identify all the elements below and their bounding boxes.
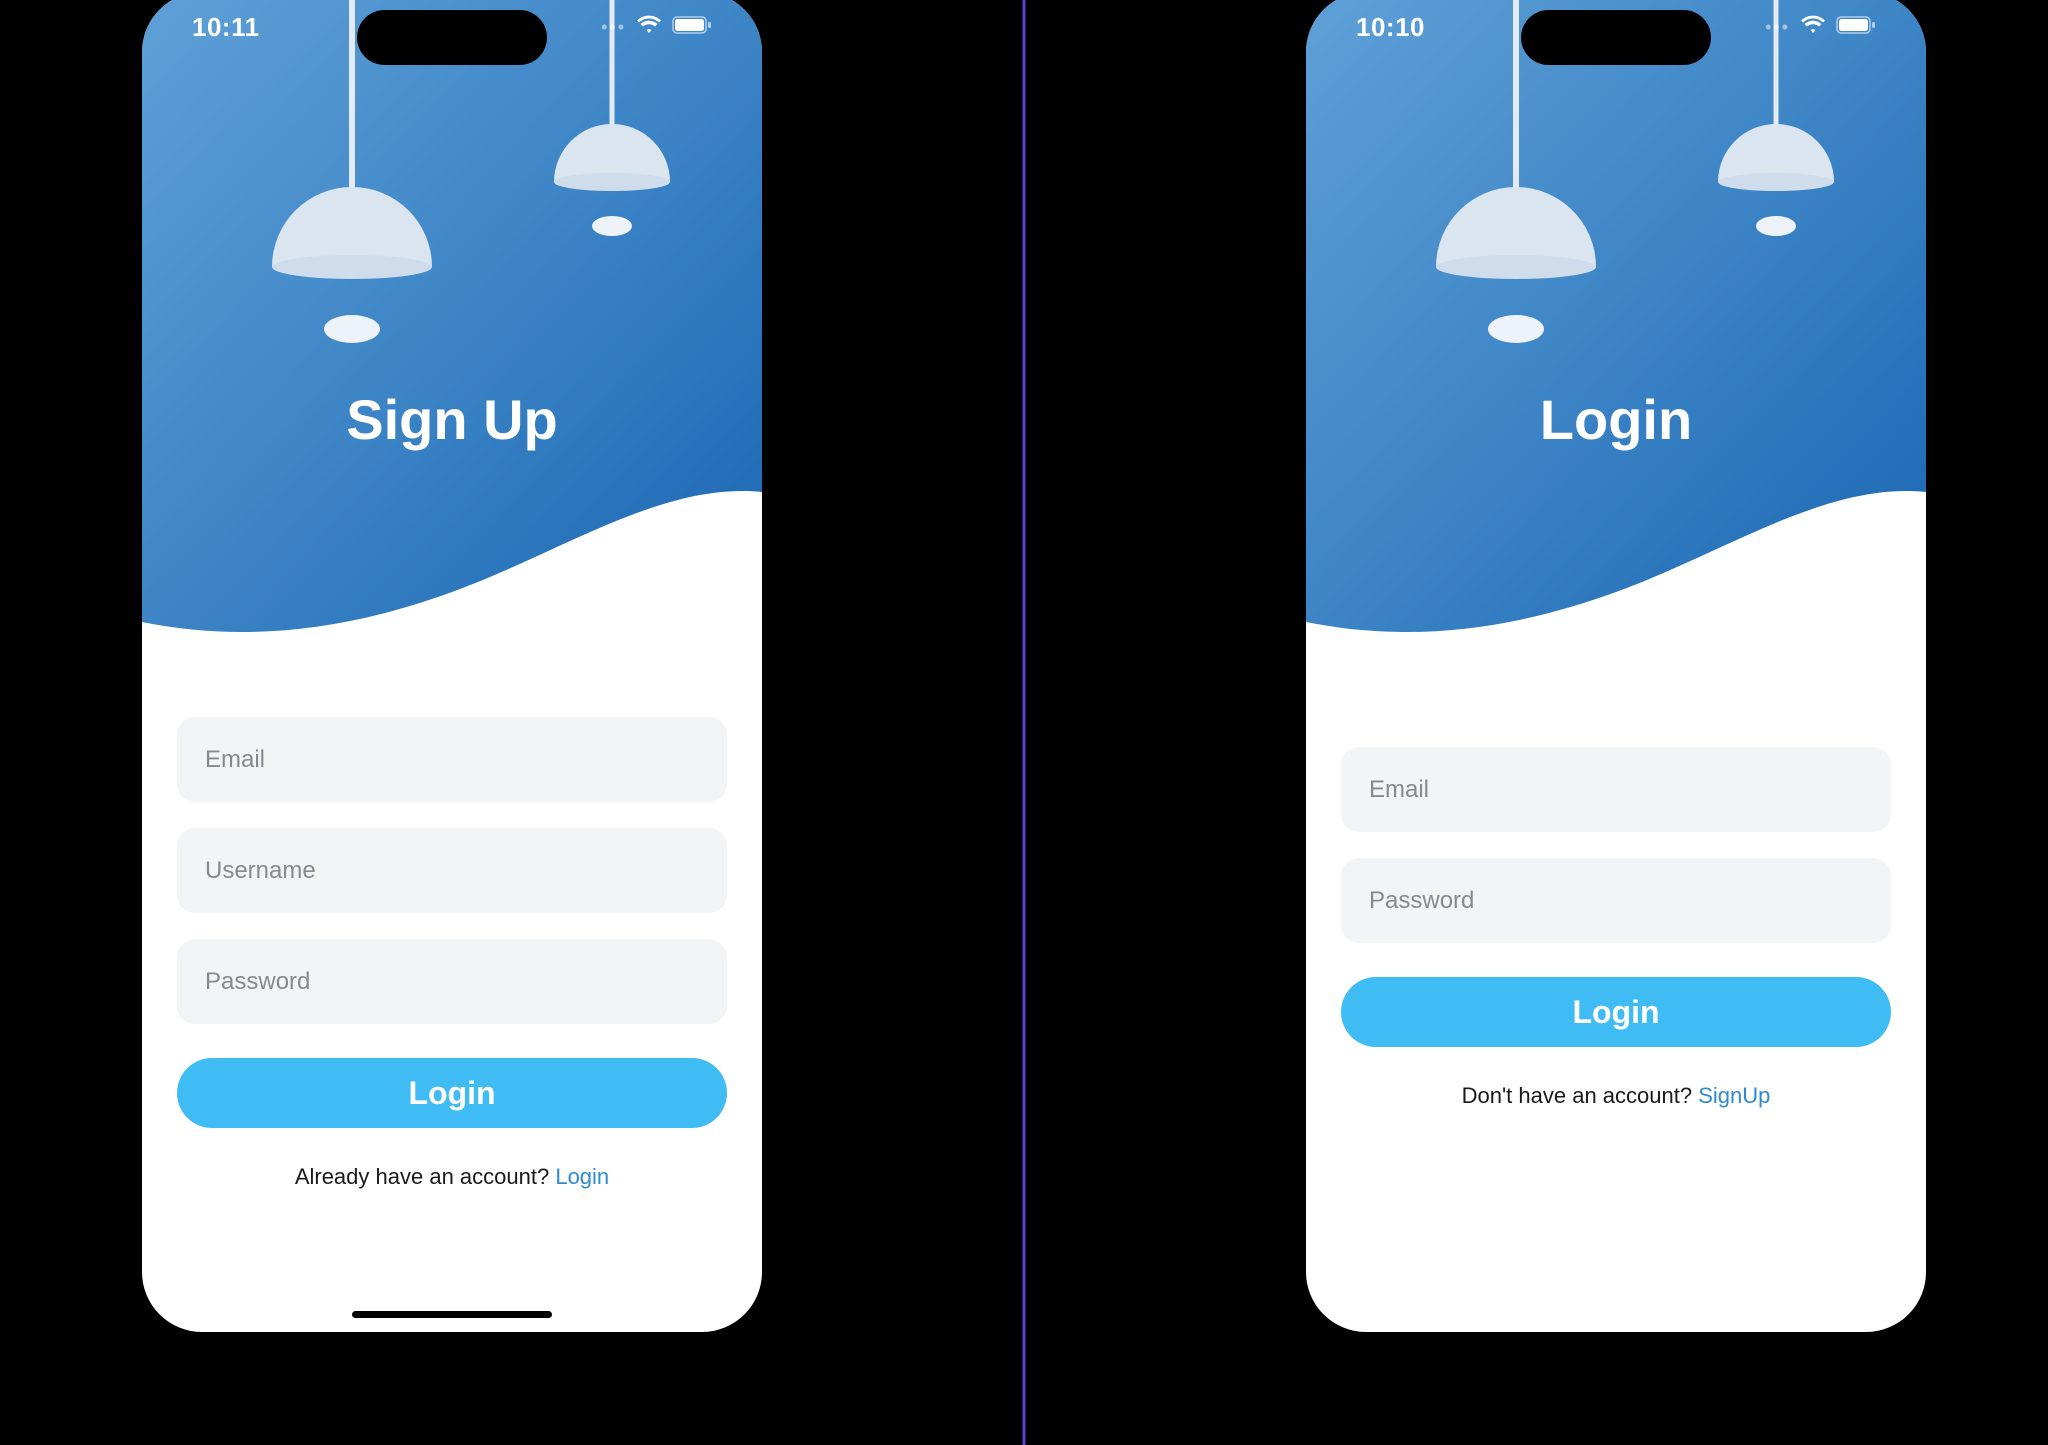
status-time: 10:11 xyxy=(192,12,260,43)
status-dots-icon: ••• xyxy=(601,17,626,38)
login-screen: 10:10 ••• Login Login xyxy=(1306,0,1926,1332)
split-divider xyxy=(1023,0,1026,1445)
login-button[interactable]: Login xyxy=(177,1058,727,1128)
battery-icon xyxy=(1836,15,1876,40)
password-field[interactable] xyxy=(177,939,727,1024)
device-notch xyxy=(357,10,547,65)
login-form: Login Don't have an account? SignUp xyxy=(1306,747,1926,1109)
status-time: 10:10 xyxy=(1356,12,1425,43)
password-field[interactable] xyxy=(1341,858,1891,943)
footer-text: Already have an account? Login xyxy=(177,1164,727,1190)
footer-question: Already have an account? xyxy=(295,1164,556,1189)
email-field[interactable] xyxy=(1341,747,1891,832)
wifi-icon xyxy=(1800,15,1826,40)
wifi-icon xyxy=(636,15,662,40)
signup-link[interactable]: SignUp xyxy=(1698,1083,1770,1108)
login-button[interactable]: Login xyxy=(1341,977,1891,1047)
email-field[interactable] xyxy=(177,717,727,802)
username-field[interactable] xyxy=(177,828,727,913)
device-notch xyxy=(1521,10,1711,65)
home-indicator[interactable] xyxy=(352,1311,552,1318)
page-title: Login xyxy=(1306,387,1926,452)
login-link[interactable]: Login xyxy=(555,1164,609,1189)
signup-form: Login Already have an account? Login xyxy=(142,717,762,1190)
footer-question: Don't have an account? xyxy=(1462,1083,1699,1108)
page-title: Sign Up xyxy=(142,387,762,452)
footer-text: Don't have an account? SignUp xyxy=(1341,1083,1891,1109)
status-dots-icon: ••• xyxy=(1765,17,1790,38)
battery-icon xyxy=(672,15,712,40)
signup-screen: 10:11 ••• Sign Up Login xyxy=(142,0,762,1332)
